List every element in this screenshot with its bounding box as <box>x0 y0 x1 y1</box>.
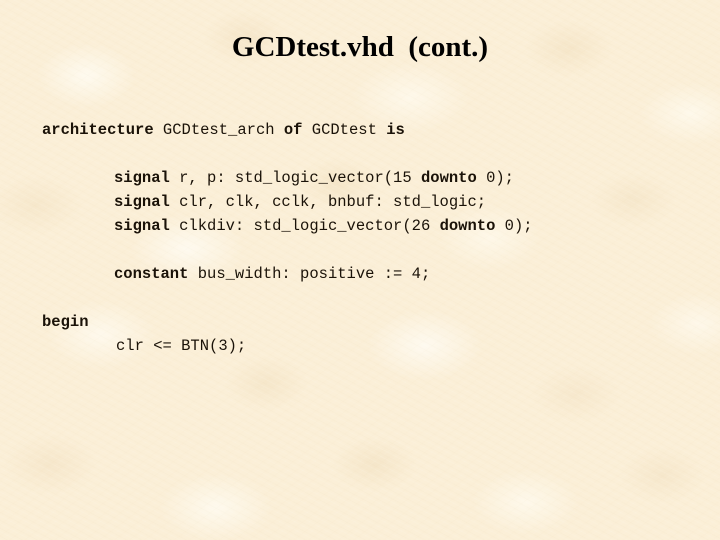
vhdl-text: GCDtest_arch <box>153 121 284 139</box>
vhdl-keyword: begin <box>42 313 89 331</box>
vhdl-keyword: signal <box>114 217 170 235</box>
code-line-blank-1 <box>42 142 702 166</box>
code-line-blank-3 <box>42 286 702 310</box>
code-line-begin-keyword: begin <box>42 310 702 334</box>
vhdl-keyword: constant <box>114 265 189 283</box>
vhdl-code-block: architecture GCDtest_arch of GCDtest is … <box>42 118 702 358</box>
code-line-signal-clr-clk-cclk-bnbuf: signal clr, clk, cclk, bnbuf: std_logic; <box>42 190 702 214</box>
code-line-signal-clkdiv: signal clkdiv: std_logic_vector(26 downt… <box>42 214 702 238</box>
slide-canvas: GCDtest.vhd (cont.) architecture GCDtest… <box>0 0 720 540</box>
vhdl-text: clkdiv: std_logic_vector(26 <box>169 217 440 235</box>
vhdl-text <box>42 289 51 307</box>
vhdl-text: r, p: std_logic_vector(15 <box>169 169 421 187</box>
vhdl-text: 0); <box>476 169 514 187</box>
vhdl-keyword: signal <box>114 169 170 187</box>
code-line-clr-assignment: clr <= BTN(3); <box>42 334 702 358</box>
vhdl-text <box>114 241 123 259</box>
code-line-signal-r-p: signal r, p: std_logic_vector(15 downto … <box>42 166 702 190</box>
vhdl-keyword: downto <box>420 169 477 187</box>
vhdl-keyword: downto <box>439 217 496 235</box>
vhdl-text: clr <= BTN(3); <box>116 337 247 355</box>
code-line-constant-bus-width: constant bus_width: positive := 4; <box>42 262 702 286</box>
vhdl-keyword: signal <box>114 193 170 211</box>
vhdl-text: 0); <box>495 217 533 235</box>
code-line-architecture-decl: architecture GCDtest_arch of GCDtest is <box>42 118 702 142</box>
vhdl-keyword: of <box>283 121 303 139</box>
vhdl-keyword: is <box>386 121 405 139</box>
page-title: GCDtest.vhd (cont.) <box>231 31 489 63</box>
vhdl-text: bus_width: positive := 4; <box>188 265 431 283</box>
vhdl-text: clr, clk, cclk, bnbuf: std_logic; <box>169 193 487 211</box>
code-line-blank-2 <box>42 238 702 262</box>
vhdl-text <box>42 145 51 163</box>
vhdl-text: GCDtest <box>302 121 387 139</box>
vhdl-keyword: architecture <box>42 121 154 139</box>
